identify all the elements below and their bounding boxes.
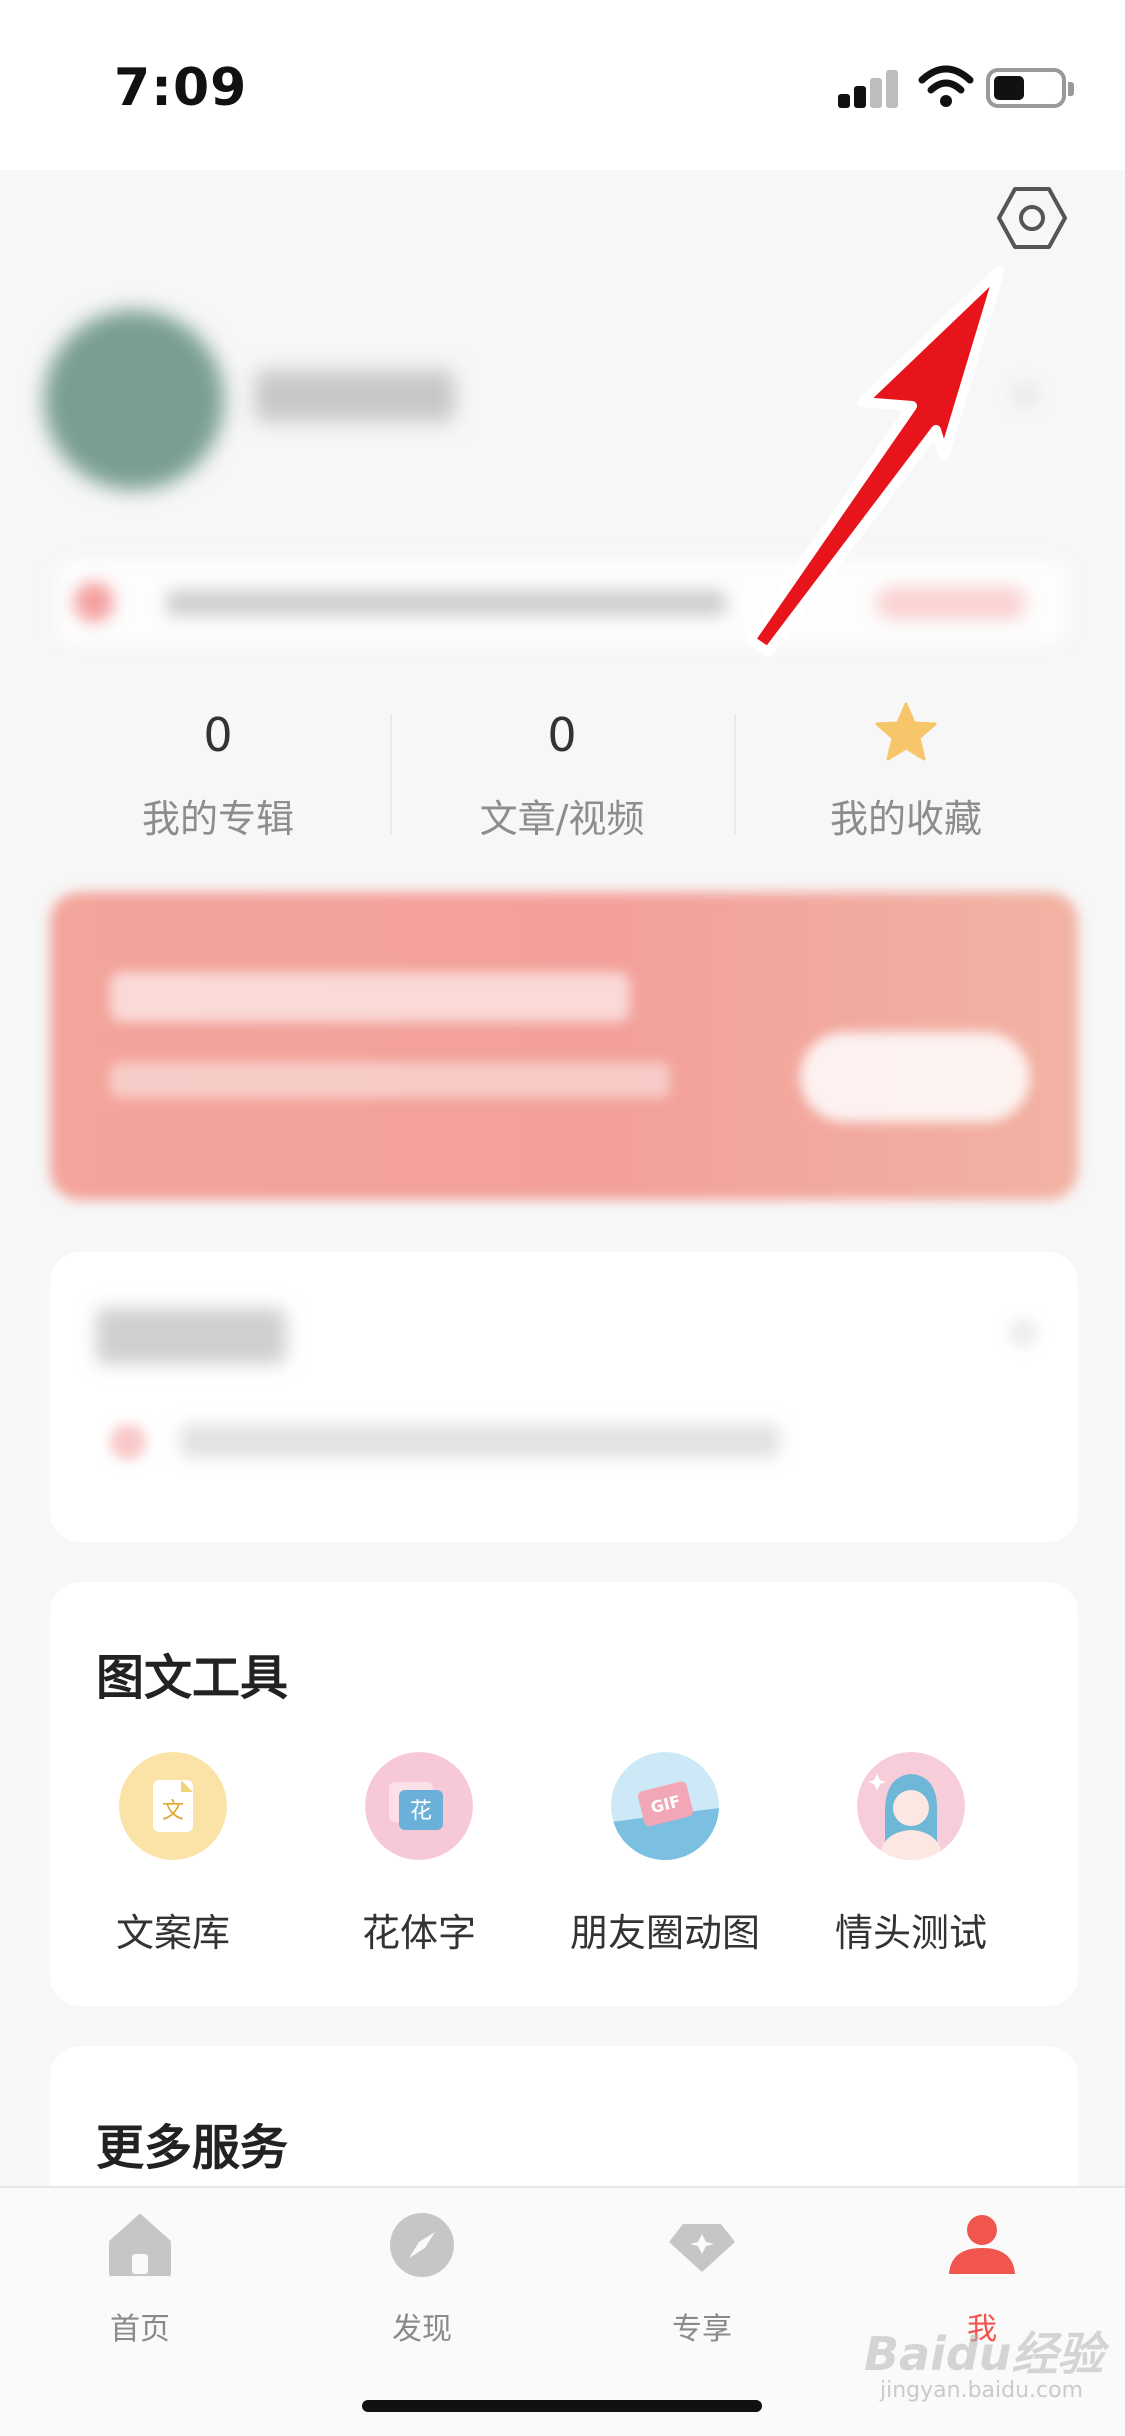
stat-articles-count: 0 [547, 708, 577, 762]
profile-header[interactable] [0, 270, 1125, 660]
watermark-sub: jingyan.baidu.com [880, 2378, 1084, 2403]
info-card-blurred[interactable] [50, 1252, 1078, 1542]
tab-home-label: 首页 [110, 2312, 170, 2347]
home-icon [109, 2214, 171, 2276]
tool-copy-library-label: 文案库 [115, 1911, 230, 1955]
tools-card: 图文工具 文 文案库 花 花体字 GIF 朋友圈动图 情头测试 [50, 1582, 1078, 2006]
promo-banner-blurred[interactable] [50, 892, 1078, 1200]
status-time: 7:09 [114, 58, 248, 118]
svg-text:文: 文 [162, 1799, 184, 1824]
tool-fancy-font[interactable]: 花 花体字 [296, 1752, 542, 1972]
tool-moments-gif-label: 朋友圈动图 [569, 1911, 760, 1955]
tab-home[interactable]: 首页 [40, 2210, 240, 2360]
tool-couple-avatar-test[interactable]: 情头测试 [788, 1752, 1034, 1972]
stat-favorites-label: 我的收藏 [829, 797, 982, 841]
stat-favorites[interactable]: 我的收藏 [736, 680, 1076, 860]
couple-avatar-icon [857, 1752, 965, 1860]
star-icon [875, 702, 937, 761]
copy-library-icon: 文 [119, 1752, 227, 1860]
settings-icon[interactable] [995, 185, 1069, 251]
tool-fancy-font-label: 花体字 [361, 1911, 476, 1955]
tool-couple-avatar-label: 情头测试 [834, 1911, 987, 1955]
status-bar: 7:09 [0, 0, 1125, 249]
tab-exclusive[interactable]: 专享 [602, 2210, 802, 2360]
tab-discover-label: 发现 [392, 2312, 452, 2347]
battery-icon [986, 68, 1074, 108]
more-services-title: 更多服务 [96, 2120, 289, 2176]
chevron-right-icon[interactable] [1010, 380, 1040, 410]
stat-articles-label: 文章/视频 [479, 797, 645, 841]
stat-albums-label: 我的专辑 [141, 797, 294, 841]
notice-bar-blurred[interactable] [56, 560, 1068, 644]
stat-albums[interactable]: 0 我的专辑 [48, 680, 388, 860]
compass-icon [390, 2213, 454, 2277]
tool-moments-gif[interactable]: GIF 朋友圈动图 [542, 1752, 788, 1972]
watermark: Baidu经验 [864, 2327, 1104, 2381]
stats-row: 0 我的专辑 0 文章/视频 我的收藏 [0, 680, 1125, 880]
home-indicator [362, 2400, 762, 2412]
gif-icon: GIF [611, 1752, 719, 1860]
person-icon [949, 2215, 1015, 2274]
tools-card-title: 图文工具 [96, 1650, 289, 1706]
svg-text:花: 花 [410, 1799, 432, 1824]
stat-albums-count: 0 [203, 708, 233, 762]
tool-copy-library[interactable]: 文 文案库 [50, 1752, 296, 1972]
cellular-signal-icon [838, 70, 900, 108]
avatar[interactable] [44, 310, 224, 490]
username-blurred [255, 370, 455, 422]
fancy-font-icon: 花 [365, 1752, 473, 1860]
tab-exclusive-label: 专享 [672, 2312, 732, 2347]
wifi-icon [918, 65, 974, 107]
tab-discover[interactable]: 发现 [322, 2210, 522, 2360]
stat-articles-videos[interactable]: 0 文章/视频 [392, 680, 732, 860]
diamond-icon [669, 2224, 735, 2272]
